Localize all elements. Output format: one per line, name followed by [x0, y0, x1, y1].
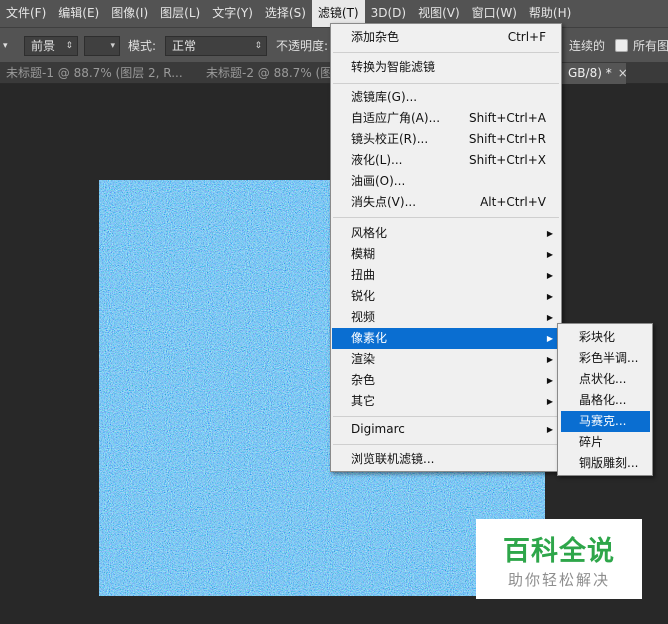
tab-document-active[interactable]: GB/8) * ×: [562, 63, 626, 84]
add-noise-label: 添加杂色: [351, 30, 400, 44]
menu-type[interactable]: 文字(Y): [206, 0, 259, 27]
opacity-label: 不透明度:: [276, 39, 329, 53]
mode-label: 模式:: [128, 39, 157, 53]
submenu-item-color-halftone[interactable]: 彩色半调...: [561, 348, 650, 369]
menu-edit[interactable]: 编辑(E): [52, 0, 105, 27]
submenu-arrow-icon: ▶: [546, 397, 553, 406]
other-label: 其它: [351, 394, 376, 408]
menu-item-convert-smart-filter[interactable]: 转换为智能滤镜: [332, 57, 560, 78]
tab-document-2[interactable]: 未标题-2 @ 88.7% (图: [200, 63, 330, 84]
menu-file[interactable]: 文件(F): [0, 0, 52, 27]
sharpen-label: 锐化: [351, 289, 376, 303]
video-label: 视频: [351, 310, 376, 324]
submenu-arrow-icon: ▶: [546, 271, 553, 280]
menu-item-video[interactable]: 视频 ▶: [332, 307, 560, 328]
vanishing-point-label: 消失点(V)...: [351, 195, 417, 209]
menu-item-liquify[interactable]: 液化(L)... Shift+Ctrl+X: [332, 150, 560, 171]
pattern-picker[interactable]: ▾: [84, 36, 120, 56]
noise-label: 杂色: [351, 373, 376, 387]
adaptive-wide-label: 自适应广角(A)...: [351, 111, 441, 125]
lens-correction-label: 镜头校正(R)...: [351, 132, 429, 146]
submenu-arrow-icon: ▶: [546, 250, 553, 259]
liquify-label: 液化(L)...: [351, 153, 403, 167]
menu-separator: [333, 217, 559, 218]
submenu-arrow-icon: ▶: [546, 334, 553, 343]
submenu-arrow-icon: ▶: [546, 425, 553, 434]
menu-item-render[interactable]: 渲染 ▶: [332, 349, 560, 370]
all-layers-label: 所有图: [633, 39, 668, 53]
mode-value: 正常: [172, 39, 197, 53]
submenu-item-facet[interactable]: 彩块化: [561, 327, 650, 348]
submenu-item-crystallize[interactable]: 晶格化...: [561, 390, 650, 411]
lens-correction-shortcut: Shift+Ctrl+R: [468, 132, 546, 146]
watermark-logo: 百科全说 助你轻松解决: [476, 519, 642, 599]
menu-item-browse-online-filters[interactable]: 浏览联机滤镜...: [332, 449, 560, 470]
watermark-subtitle: 助你轻松解决: [507, 571, 610, 589]
stylize-label: 风格化: [351, 226, 388, 240]
submenu-arrow-icon: ▶: [546, 292, 553, 301]
submenu-arrow-icon: ▶: [546, 355, 553, 364]
menu-separator: [333, 444, 559, 445]
tab-document-1[interactable]: 未标题-1 @ 88.7% (图层 2, R...: [0, 63, 196, 84]
mode-select[interactable]: 正常 ⇕: [165, 36, 267, 56]
digimarc-label: Digimarc: [351, 422, 405, 436]
menu-item-add-noise[interactable]: 添加杂色 Ctrl+F: [332, 27, 560, 48]
menu-item-stylize[interactable]: 风格化 ▶: [332, 223, 560, 244]
menu-separator: [333, 416, 559, 417]
submenu-item-fragment[interactable]: 碎片: [561, 432, 650, 453]
close-icon[interactable]: ×: [618, 66, 626, 80]
adaptive-wide-shortcut: Shift+Ctrl+A: [469, 111, 546, 125]
menu-image[interactable]: 图像(I): [105, 0, 154, 27]
menu-item-oil-paint[interactable]: 油画(O)...: [332, 171, 560, 192]
menu-item-pixelate[interactable]: 像素化 ▶: [332, 328, 560, 349]
all-layers-checkbox[interactable]: [615, 39, 628, 52]
menu-item-adaptive-wide-angle[interactable]: 自适应广角(A)... Shift+Ctrl+A: [332, 108, 560, 129]
menu-item-digimarc[interactable]: Digimarc ▶: [332, 419, 560, 440]
menu-item-distort[interactable]: 扭曲 ▶: [332, 265, 560, 286]
menu-item-noise[interactable]: 杂色 ▶: [332, 370, 560, 391]
tab-active-label: GB/8) *: [568, 66, 612, 80]
render-label: 渲染: [351, 352, 376, 366]
menu-item-vanishing-point[interactable]: 消失点(V)... Alt+Ctrl+V: [332, 192, 560, 213]
pixelate-submenu: 彩块化 彩色半调... 点状化... 晶格化... 马赛克... 碎片 铜版雕刻…: [557, 323, 653, 476]
fill-source-select[interactable]: 前景 ⇕: [24, 36, 78, 56]
add-noise-shortcut: Ctrl+F: [507, 30, 546, 44]
blur-label: 模糊: [351, 247, 376, 261]
watermark-title: 百科全说: [503, 536, 615, 567]
distort-label: 扭曲: [351, 268, 376, 282]
pixelate-label: 像素化: [351, 331, 388, 345]
menu-item-sharpen[interactable]: 锐化 ▶: [332, 286, 560, 307]
menu-item-lens-correction[interactable]: 镜头校正(R)... Shift+Ctrl+R: [332, 129, 560, 150]
submenu-arrow-icon: ▶: [546, 229, 553, 238]
submenu-arrow-icon: ▶: [546, 313, 553, 322]
menu-select[interactable]: 选择(S): [259, 0, 312, 27]
chevron-updown-icon: ⇕: [65, 41, 73, 51]
menu-separator: [333, 83, 559, 84]
tool-preset-arrow[interactable]: ▾: [3, 36, 8, 56]
menu-separator: [333, 52, 559, 53]
fill-source-value: 前景: [31, 39, 56, 53]
menu-layer[interactable]: 图层(L): [154, 0, 206, 27]
contiguous-label: 连续的: [569, 39, 606, 53]
submenu-item-mezzotint[interactable]: 铜版雕刻...: [561, 453, 650, 474]
filter-menu-dropdown: 添加杂色 Ctrl+F 转换为智能滤镜 滤镜库(G)... 自适应广角(A)...…: [330, 23, 562, 472]
liquify-shortcut: Shift+Ctrl+X: [469, 153, 546, 167]
submenu-item-pointillize[interactable]: 点状化...: [561, 369, 650, 390]
submenu-item-mosaic[interactable]: 马赛克...: [561, 411, 650, 432]
menu-item-other[interactable]: 其它 ▶: [332, 391, 560, 412]
menu-item-blur[interactable]: 模糊 ▶: [332, 244, 560, 265]
chevron-updown-icon: ⇕: [254, 41, 262, 51]
menu-item-filter-gallery[interactable]: 滤镜库(G)...: [332, 87, 560, 108]
submenu-arrow-icon: ▶: [546, 376, 553, 385]
vanishing-point-shortcut: Alt+Ctrl+V: [480, 195, 546, 209]
chevron-down-icon: ▾: [110, 41, 115, 51]
